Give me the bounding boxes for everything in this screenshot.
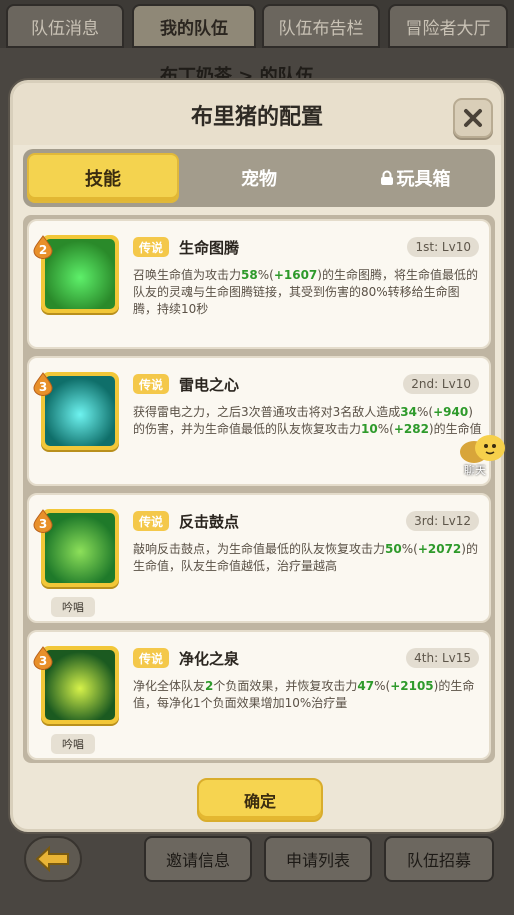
close-icon	[464, 109, 482, 127]
config-modal: 布里猪的配置 技能 宠物 玩具箱 2 传说 生命图腾 1st: Lv10 召唤生命值为攻…	[10, 80, 504, 832]
back-arrow-icon	[35, 845, 69, 873]
skill-slot-tag: 4th: Lv15	[406, 648, 479, 668]
skill-icon	[45, 239, 115, 309]
skill-list[interactable]: 2 传说 生命图腾 1st: Lv10 召唤生命值为攻击力58%(+1607)的生命图腾…	[23, 215, 495, 763]
bg-tab-my-team[interactable]: 我的队伍	[132, 4, 256, 48]
skill-level-badge: 2	[33, 235, 53, 259]
team-recruit-button[interactable]: 队伍招募	[384, 836, 494, 882]
tab-pets[interactable]: 宠物	[183, 153, 335, 203]
skill-icon	[45, 376, 115, 446]
tab-skills-label: 技能	[85, 169, 121, 190]
tab-toybox-label: 玩具箱	[396, 169, 451, 190]
skill-name: 生命图腾	[179, 239, 240, 257]
skill-name: 反击鼓点	[179, 513, 240, 531]
confirm-button[interactable]: 确定	[197, 778, 323, 822]
tab-toybox[interactable]: 玩具箱	[339, 153, 491, 203]
skill-card[interactable]: 2 传说 生命图腾 1st: Lv10 召唤生命值为攻击力58%(+1607)的生命图腾…	[27, 219, 491, 349]
background-top-bar: 队伍消息 我的队伍 队伍布告栏 冒险者大厅	[0, 0, 514, 48]
rarity-tag: 传说	[133, 648, 170, 668]
rarity-tag: 传说	[133, 374, 170, 394]
bg-tab-adventurer-hall[interactable]: 冒险者大厅	[388, 4, 508, 48]
skill-slot-tag: 3rd: Lv12	[406, 511, 479, 531]
chant-tag: 吟唱	[51, 597, 95, 617]
back-button[interactable]	[24, 836, 82, 882]
rarity-tag: 传说	[133, 511, 170, 531]
skill-slot-tag: 2nd: Lv10	[403, 374, 479, 394]
tab-pets-label: 宠物	[241, 169, 277, 190]
skill-level-badge: 3	[33, 372, 53, 396]
skill-card[interactable]: 3 传说 雷电之心 2nd: Lv10 获得雷电之力，之后3次普通攻击将对3名敌人造成3…	[27, 356, 491, 486]
bg-tab-team-board[interactable]: 队伍布告栏	[262, 4, 380, 48]
tab-skills[interactable]: 技能	[27, 153, 179, 203]
apply-list-button[interactable]: 申请列表	[264, 836, 372, 882]
skill-card[interactable]: 3 吟唱 传说 反击鼓点 3rd: Lv12 敲响反击鼓点，为生命值最低的队友恢复攻击力5…	[27, 493, 491, 623]
invite-info-button[interactable]: 邀请信息	[144, 836, 252, 882]
chant-tag: 吟唱	[51, 734, 95, 754]
skill-description: 净化全体队友2个负面效果，并恢复攻击力47%(+2105)的生命值，每净化1个负…	[133, 679, 475, 710]
rarity-tag: 传说	[133, 237, 170, 257]
lock-icon	[380, 170, 393, 185]
skill-level-badge: 3	[33, 509, 53, 533]
skill-name: 雷电之心	[179, 376, 240, 394]
skill-description: 召唤生命值为攻击力58%(+1607)的生命图腾，将生命值最低的队友的灵魂与生命…	[133, 268, 478, 316]
skill-description: 获得雷电之力，之后3次普通攻击将对3名敌人造成34%(+940)的伤害，并为生命…	[133, 405, 482, 436]
close-button[interactable]	[453, 98, 493, 138]
config-tabbar: 技能 宠物 玩具箱	[23, 149, 495, 207]
bg-tab-team-messages[interactable]: 队伍消息	[6, 4, 124, 48]
modal-title: 布里猪的配置	[190, 105, 323, 130]
skill-icon	[45, 650, 115, 720]
skill-description: 敲响反击鼓点，为生命值最低的队友恢复攻击力50%(+2072)的生命值，队友生命…	[133, 542, 478, 573]
skill-slot-tag: 1st: Lv10	[407, 237, 479, 257]
skill-level-badge: 3	[33, 646, 53, 670]
skill-card[interactable]: 3 吟唱 传说 净化之泉 4th: Lv15 净化全体队友2个负面效果，并恢复攻击力47%…	[27, 630, 491, 760]
skill-icon	[45, 513, 115, 583]
skill-name: 净化之泉	[179, 650, 240, 668]
chat-label: 聊天	[464, 464, 486, 477]
